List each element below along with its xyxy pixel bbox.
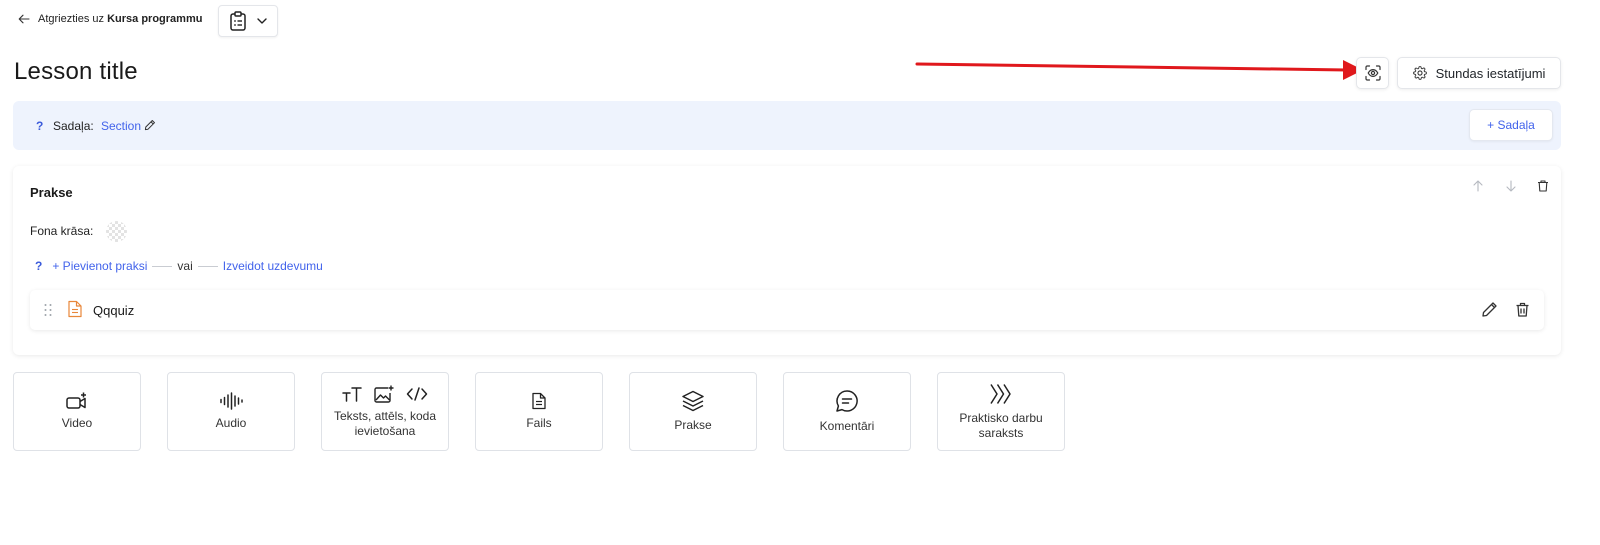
- trash-icon[interactable]: [1536, 179, 1550, 193]
- add-practice-row: ? + Pievienot praksi vai Izveidot uzdevu…: [35, 259, 323, 273]
- practice-item-name: Qqquiz: [93, 303, 135, 318]
- arrow-down-icon[interactable]: [1504, 179, 1518, 193]
- arrow-left-icon: [18, 14, 30, 24]
- tile-comments-label: Komentāri: [819, 419, 875, 433]
- add-section-button[interactable]: + Sadaļa: [1469, 109, 1553, 141]
- tile-file[interactable]: Fails: [475, 372, 603, 451]
- file-text-icon: [68, 300, 82, 318]
- drag-handle-icon[interactable]: [43, 303, 53, 317]
- tile-practice-label: Prakse: [674, 418, 712, 432]
- tile-video-label: Video: [61, 416, 93, 430]
- page-title: Lesson title: [14, 58, 138, 85]
- tile-text-label: Teksts, attēls, koda ievietošana: [333, 408, 437, 438]
- tile-text-image-code[interactable]: Teksts, attēls, koda ievietošana: [321, 372, 449, 451]
- background-color-swatch[interactable]: [106, 221, 127, 242]
- image-add-icon: [374, 385, 394, 403]
- back-link[interactable]: Atgriezties uz Kursa programmu: [18, 13, 202, 25]
- practice-title: Prakse: [30, 185, 73, 200]
- tile-text-icons: [342, 385, 428, 403]
- video-add-icon: [66, 392, 86, 409]
- add-practice-link[interactable]: + Pievienot praksi: [52, 259, 147, 273]
- lesson-settings-label: Stundas iestatījumi: [1435, 65, 1546, 81]
- tile-audio[interactable]: Audio: [167, 372, 295, 451]
- tile-audio-label: Audio: [215, 416, 247, 430]
- tile-video[interactable]: Video: [13, 372, 141, 451]
- back-prefix: Atgriezties uz: [38, 13, 105, 25]
- chevron-down-icon: [257, 18, 267, 24]
- or-text: vai: [177, 259, 193, 273]
- back-target: Kursa programmu: [107, 13, 203, 25]
- section-help-icon[interactable]: ?: [36, 119, 43, 133]
- eye-scan-icon: [1364, 65, 1381, 81]
- divider-line: [197, 265, 218, 267]
- create-task-link[interactable]: Izveidot uzdevumu: [223, 259, 323, 273]
- clipboard-list-icon: [230, 11, 246, 31]
- pencil-icon[interactable]: [144, 119, 156, 131]
- annotation-arrow-icon: [915, 60, 1363, 80]
- lesson-settings-button[interactable]: Stundas iestatījumi: [1397, 57, 1561, 89]
- tile-comments[interactable]: Komentāri: [783, 372, 911, 451]
- trash-icon[interactable]: [1514, 301, 1531, 318]
- file-text-icon: [532, 392, 546, 410]
- text-size-icon: [342, 386, 362, 402]
- comment-icon: [836, 390, 858, 412]
- layers-icon: [682, 390, 704, 412]
- practice-item-row[interactable]: Qqquiz: [30, 290, 1544, 330]
- section-bar: ? Sadaļa: Section + Sadaļa: [13, 101, 1561, 150]
- arrow-up-icon[interactable]: [1471, 179, 1485, 193]
- back-link-text: Atgriezties uz Kursa programmu: [38, 13, 202, 25]
- gear-icon: [1412, 66, 1427, 80]
- lesson-type-dropdown[interactable]: [218, 5, 278, 37]
- chevrons-list-icon: [990, 383, 1011, 404]
- section-name-link[interactable]: Section: [101, 119, 141, 133]
- practice-help-icon[interactable]: ?: [35, 259, 42, 273]
- tile-practice[interactable]: Prakse: [629, 372, 757, 451]
- section-label: Sadaļa:: [53, 119, 94, 133]
- audio-wave-icon: [220, 392, 243, 410]
- pencil-icon[interactable]: [1481, 301, 1498, 318]
- tile-file-label: Fails: [526, 416, 552, 430]
- divider-line: [152, 265, 173, 267]
- code-icon: [406, 386, 428, 401]
- background-color-label: Fona krāsa:: [30, 224, 94, 238]
- tile-practice-list[interactable]: Praktisko darbu saraksts: [937, 372, 1065, 451]
- preview-button[interactable]: [1356, 57, 1389, 89]
- tile-practice-list-label: Praktisko darbu saraksts: [959, 410, 1043, 440]
- practice-card: Prakse Fona krāsa: ? + Pievienot praksi …: [13, 166, 1561, 355]
